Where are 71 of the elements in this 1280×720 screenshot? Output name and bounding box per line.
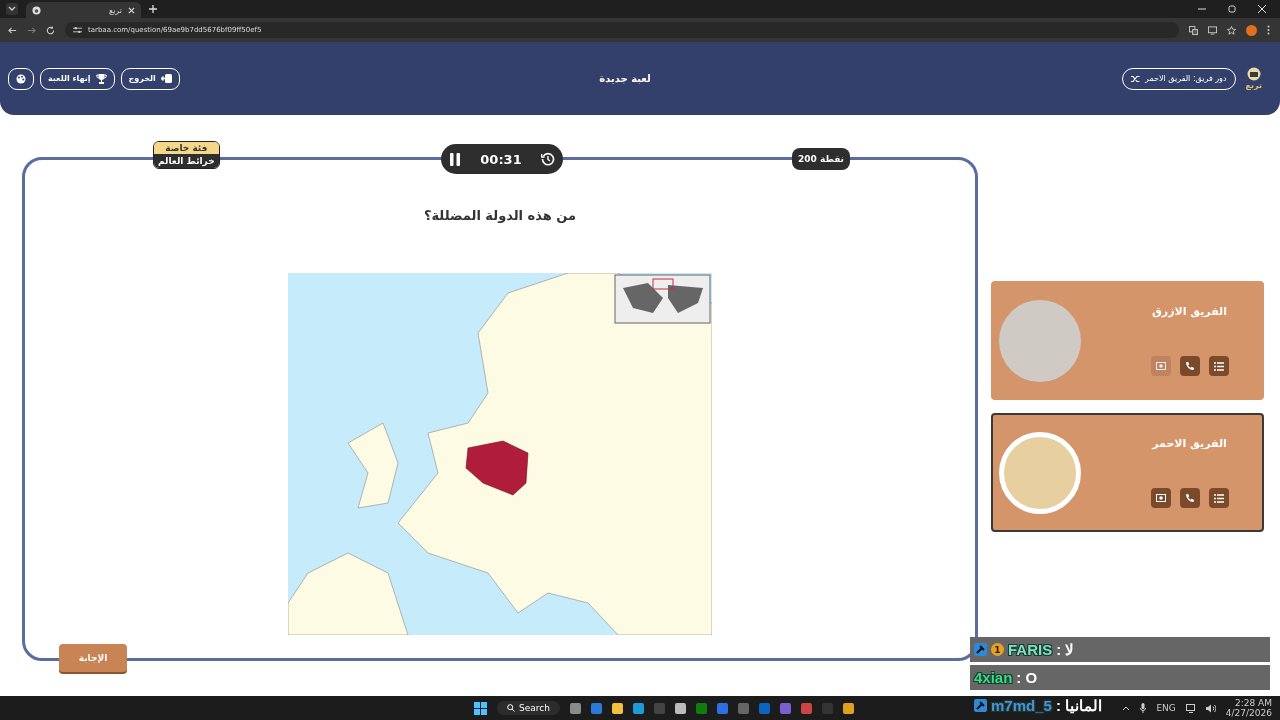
timer-text: 00:31 xyxy=(480,151,522,167)
translate-icon[interactable] xyxy=(1189,25,1198,35)
shuffle-icon xyxy=(1131,74,1140,83)
app-icon[interactable] xyxy=(632,702,644,714)
list-button[interactable] xyxy=(1208,488,1229,508)
exit-button[interactable]: الخروج xyxy=(120,67,180,90)
site-icon xyxy=(32,5,41,15)
close-tab-icon[interactable] xyxy=(128,6,135,14)
points-badge: 200 نقطة xyxy=(792,148,850,170)
phone-icon xyxy=(1184,361,1195,371)
microphone-icon[interactable] xyxy=(1140,703,1147,713)
chat-text: : لا xyxy=(1056,640,1075,659)
call-button[interactable] xyxy=(1179,488,1200,508)
game-title: لعبة جديدة xyxy=(598,73,652,84)
exit-icon xyxy=(160,74,172,83)
profile-avatar[interactable] xyxy=(1246,24,1257,36)
site-settings-icon[interactable] xyxy=(73,26,82,34)
back-icon[interactable] xyxy=(8,25,17,35)
call-button[interactable] xyxy=(1179,356,1200,376)
app-icon[interactable] xyxy=(569,702,581,714)
rank-badge: 1 xyxy=(991,643,1004,656)
chevron-down-icon xyxy=(8,6,16,12)
more-icon[interactable] xyxy=(1267,25,1270,35)
trophy-icon xyxy=(95,73,107,84)
app-icon[interactable] xyxy=(674,702,686,714)
start-icon[interactable] xyxy=(474,701,487,715)
palette-icon xyxy=(16,73,26,84)
clock[interactable]: 2:28 AM 4/27/2026 xyxy=(1225,698,1272,718)
team-name: الفريق الاحمر xyxy=(1152,437,1227,450)
chat-text: : O xyxy=(1016,669,1038,686)
close-icon[interactable] xyxy=(1258,5,1266,13)
folder-icon[interactable] xyxy=(611,702,623,714)
chevron-up-icon[interactable] xyxy=(1122,705,1131,711)
search-icon xyxy=(507,704,515,712)
install-icon[interactable] xyxy=(1208,25,1217,35)
question-text: من هذه الدولة المضللة؟ xyxy=(423,208,577,223)
reload-icon[interactable] xyxy=(46,25,55,35)
browser-tab[interactable]: تربع xyxy=(26,2,141,18)
chat-username: m7md_5 xyxy=(991,697,1052,714)
app-icon[interactable] xyxy=(590,702,602,714)
logo-icon xyxy=(1245,67,1262,81)
list-button[interactable] xyxy=(1208,356,1229,376)
swap-button[interactable] xyxy=(1150,488,1171,508)
volume-icon[interactable] xyxy=(1205,703,1216,713)
chat-username: FARIS xyxy=(1008,641,1053,658)
phone-icon xyxy=(1184,493,1195,503)
history-icon[interactable] xyxy=(541,152,555,166)
minimize-icon[interactable] xyxy=(1198,5,1206,13)
star-icon[interactable] xyxy=(1227,25,1236,35)
list-icon xyxy=(1213,493,1224,503)
app-icon[interactable] xyxy=(800,702,812,714)
restore-icon[interactable] xyxy=(1228,5,1236,13)
chat-username: 4xian xyxy=(974,669,1013,686)
team-name: الفريق الازرق xyxy=(1152,305,1227,318)
category-badge: فئة خاصة خرائط العالم xyxy=(153,141,220,169)
photo-icon xyxy=(1155,494,1166,502)
network-icon[interactable] xyxy=(1185,703,1196,713)
chat-text: : المانيا xyxy=(1055,696,1103,715)
list-icon xyxy=(1213,361,1224,371)
app-logo[interactable]: تربع xyxy=(1245,67,1262,90)
pause-icon[interactable] xyxy=(449,152,461,166)
theme-button[interactable] xyxy=(8,67,34,90)
search-button[interactable]: Search xyxy=(497,701,560,715)
app-icon[interactable] xyxy=(716,702,728,714)
end-game-button[interactable]: إنهاء اللعبة xyxy=(40,67,115,90)
new-tab-icon[interactable] xyxy=(149,5,157,13)
app-icon[interactable] xyxy=(842,702,854,714)
language-indicator[interactable]: ENG xyxy=(1156,703,1176,713)
forward-icon[interactable] xyxy=(27,25,36,35)
tab-list-button[interactable] xyxy=(6,3,18,15)
photo-icon xyxy=(1155,362,1166,370)
